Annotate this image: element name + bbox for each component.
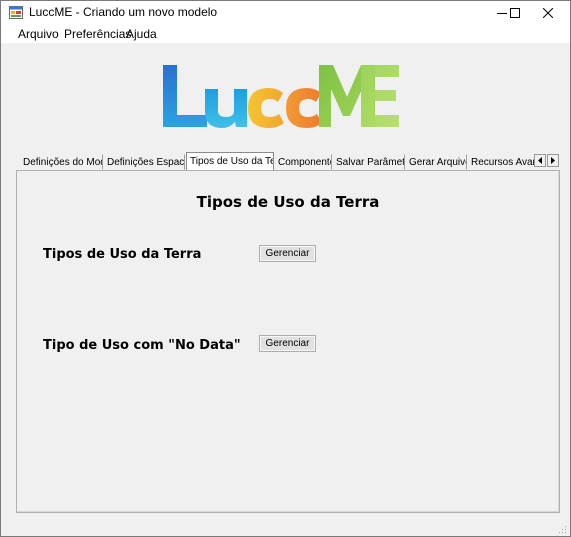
maximize-icon: [510, 7, 520, 18]
app-window: LuccME - Criando um novo modelo Arquivo …: [0, 0, 571, 537]
land-use-types-label: Tipos de Uso da Terra: [43, 247, 202, 262]
logo-letter-c2: [286, 88, 322, 128]
no-data-land-use-label: Tipo de Uso com "No Data": [43, 338, 241, 353]
tab-label: Definições Espaciais: [107, 157, 185, 168]
maximize-button[interactable]: [498, 1, 532, 24]
resize-grip[interactable]: [557, 523, 567, 533]
logo-letter-c1: [248, 88, 284, 128]
tab-label: Salvar Parâmetros: [336, 157, 405, 168]
tab-scroll-left-button[interactable]: [534, 154, 546, 167]
page-title: Tipos de Uso da Terra: [196, 193, 380, 211]
tab-gerar-arquivos[interactable]: Gerar Arquivos: [405, 154, 467, 170]
luccme-logo: [161, 59, 401, 131]
tab-label: Recursos Avança: [471, 157, 536, 168]
scroll-left-icon: [538, 157, 542, 164]
tab-definicoes-espaciais[interactable]: Definições Espaciais: [103, 154, 185, 170]
logo-letter-u: [205, 89, 247, 128]
manage-land-use-types-button[interactable]: Gerenciar: [259, 245, 316, 262]
tab-page-tipos-uso-terra: Tipos de Uso da Terra Tipos de Uso da Te…: [16, 170, 560, 513]
tab-definicoes-modelo[interactable]: Definições do Modelo: [19, 154, 103, 170]
tab-salvar-parametros[interactable]: Salvar Parâmetros: [332, 154, 405, 170]
tab-componentes[interactable]: Componentes: [274, 154, 332, 170]
tab-label: Tipos de Uso da Terra: [190, 156, 273, 167]
resize-grip-icon: [559, 526, 566, 533]
menu-arquivo[interactable]: Arquivo: [18, 27, 59, 41]
title-bar[interactable]: LuccME - Criando um novo modelo: [1, 1, 570, 24]
close-button[interactable]: [531, 1, 565, 24]
tab-strip: Definições do Modelo Definições Espaciai…: [19, 152, 549, 171]
tab-tipos-uso-terra[interactable]: Tipos de Uso da Terra: [186, 152, 274, 170]
menu-bar: Arquivo Preferências Ajuda: [1, 24, 570, 43]
menu-ajuda[interactable]: Ajuda: [126, 27, 157, 41]
tab-label: Definições do Modelo: [23, 157, 102, 168]
logo-letter-e: [361, 65, 399, 127]
menu-preferencias[interactable]: Preferências: [64, 27, 131, 41]
luccme-logo-graphic: [163, 65, 399, 128]
window-app-icon[interactable]: [9, 6, 23, 19]
tab-recursos-avancados[interactable]: Recursos Avança: [467, 154, 537, 170]
tab-label: Gerar Arquivos: [409, 157, 466, 168]
manage-no-data-land-use-button[interactable]: Gerenciar: [259, 335, 316, 352]
window-title: LuccME - Criando um novo modelo: [29, 5, 218, 19]
scroll-right-icon: [551, 157, 555, 164]
logo-letter-l: [163, 65, 207, 127]
tab-label: Componentes: [278, 157, 331, 168]
tab-scroll-right-button[interactable]: [547, 154, 559, 167]
close-icon: [543, 7, 553, 18]
